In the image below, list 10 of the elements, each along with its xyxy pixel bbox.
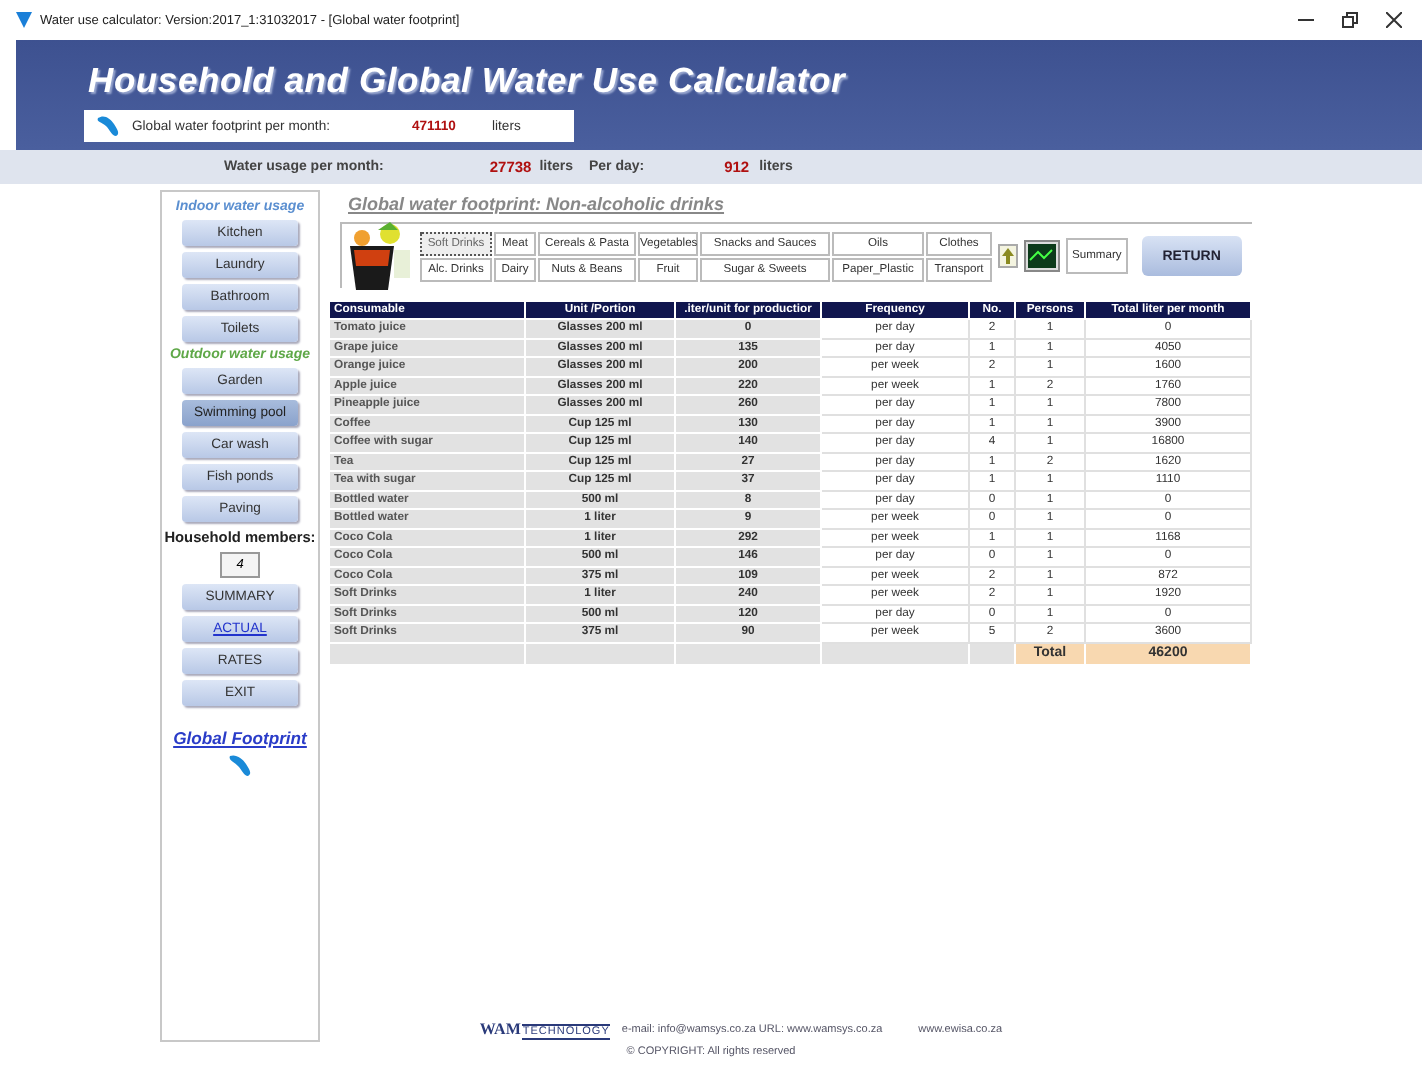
footprint-icon [228,754,252,778]
app-title: Household and Global Water Use Calculator [88,60,846,102]
chart-icon[interactable] [1024,240,1060,272]
section-title: Global water footprint: Non-alcoholic drinks [348,194,727,214]
logo-text: WAM [479,1020,521,1038]
footprint-icon [96,114,120,138]
restore-icon[interactable] [1342,12,1358,28]
app-icon [16,12,32,28]
global-footprint-link[interactable]: Global Footprint [173,728,307,748]
close-icon[interactable] [1386,12,1402,28]
